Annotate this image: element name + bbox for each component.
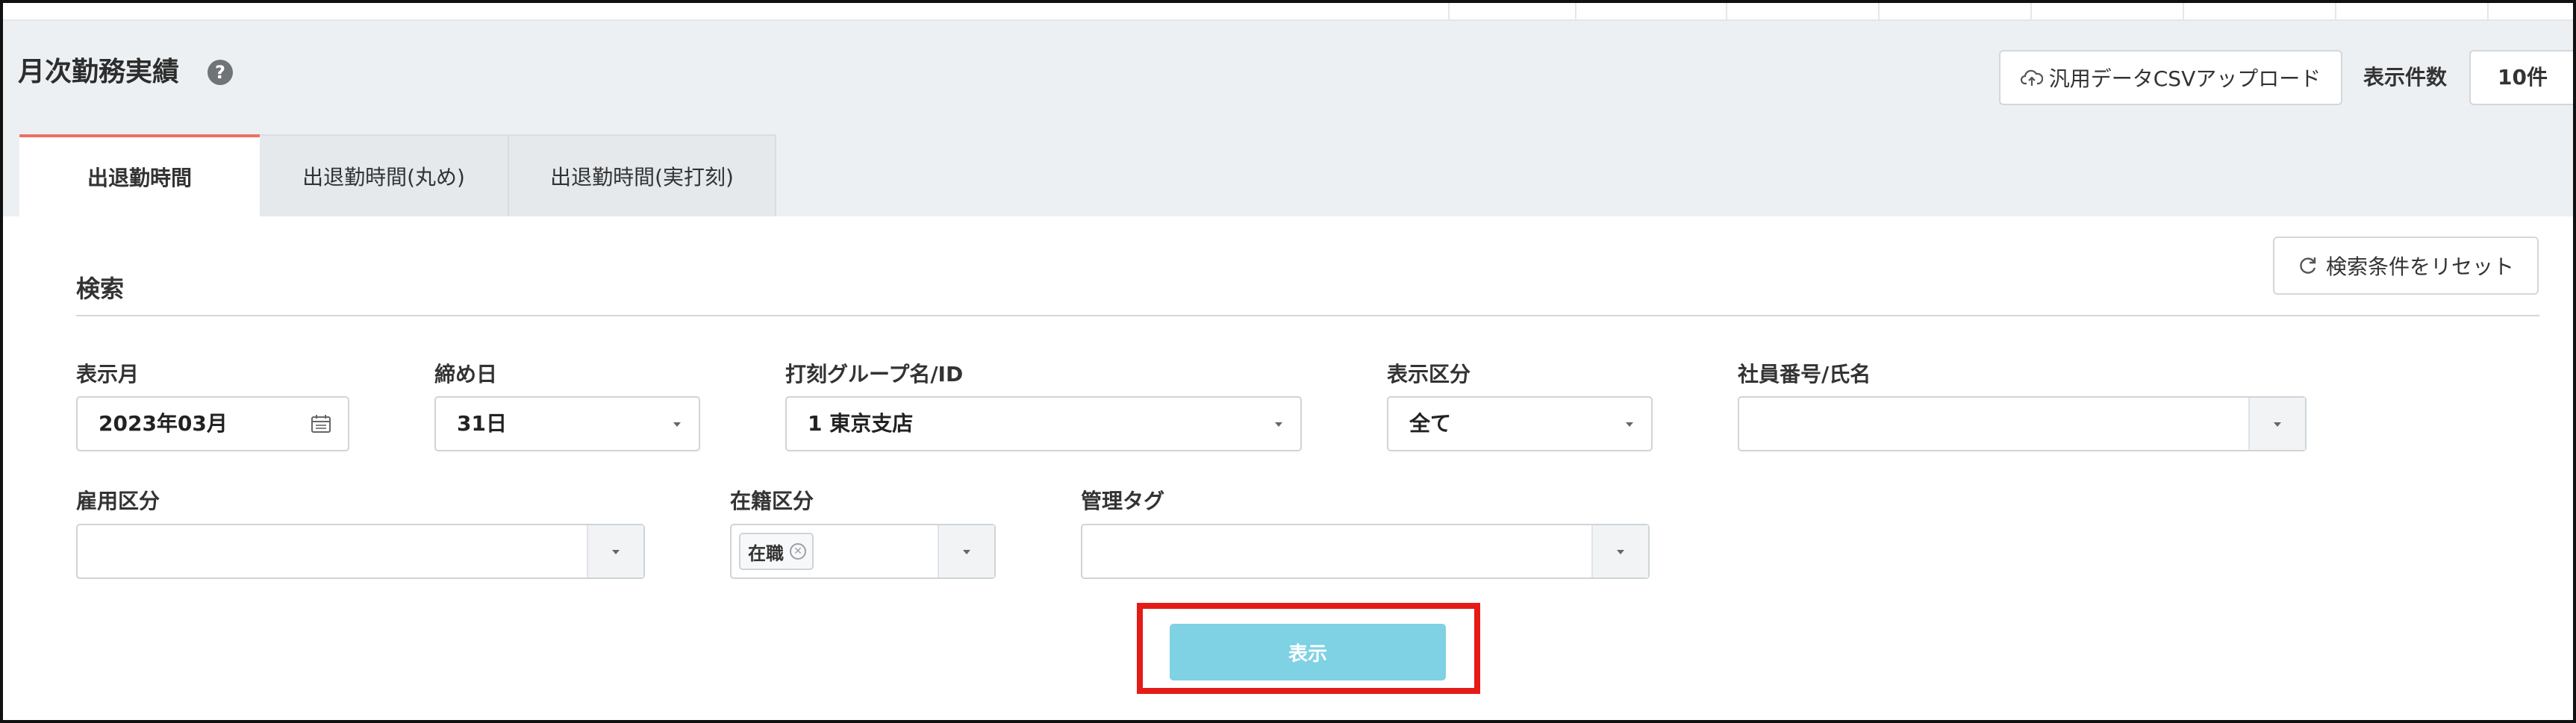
chevron-down-icon: [1626, 422, 1633, 427]
chevron-down-icon: [1275, 422, 1282, 427]
enrollment-tag: 在職 ✕: [739, 533, 814, 570]
section-divider: [76, 315, 2539, 316]
strip-divider: [2030, 3, 2032, 19]
calendar-icon[interactable]: [311, 414, 331, 434]
tab-attendance-time-rounded[interactable]: 出退勤時間(丸め): [260, 134, 509, 216]
employee-label: 社員番号/氏名: [1738, 362, 1871, 386]
group-label: 打刻グループ名/ID: [785, 362, 964, 386]
chevron-down-icon: [1617, 550, 1624, 554]
closing-day-select[interactable]: 31日: [434, 396, 700, 451]
display-type-select[interactable]: 全て: [1387, 396, 1653, 451]
enrollment-label: 在籍区分: [730, 489, 814, 513]
page-size-label: 表示件数: [2363, 65, 2448, 90]
chevron-down-icon: [963, 550, 970, 554]
remove-tag-icon[interactable]: ✕: [790, 543, 806, 560]
annotation-highlight: [1137, 603, 1480, 694]
chevron-down-icon: [612, 550, 620, 554]
tab-label: 出退勤時間(実打刻): [550, 165, 734, 190]
strip-divider: [1726, 3, 1727, 19]
management-tag-select[interactable]: [1081, 524, 1650, 579]
page-size-select[interactable]: 10件: [2469, 50, 2573, 105]
closing-day-label: 締め日: [434, 362, 498, 386]
chevron-down-icon: [673, 422, 681, 427]
closing-day-value: 31日: [457, 411, 507, 436]
dropdown-toggle[interactable]: [1591, 525, 1648, 578]
tab-attendance-time-actual[interactable]: 出退勤時間(実打刻): [509, 134, 776, 216]
month-label: 表示月: [76, 362, 140, 386]
dropdown-toggle[interactable]: [2248, 398, 2305, 450]
reset-search-button[interactable]: 検索条件をリセット: [2273, 237, 2539, 295]
month-value: 2023年03月: [99, 411, 228, 436]
tab-label: 出退勤時間: [87, 166, 192, 190]
month-input[interactable]: 2023年03月: [76, 396, 349, 451]
chevron-down-icon: [2274, 422, 2281, 427]
group-value: 1 東京支店: [808, 411, 914, 436]
strip-divider: [2487, 3, 2489, 19]
enrollment-select[interactable]: 在職 ✕: [730, 524, 996, 579]
tab-label: 出退勤時間(丸め): [302, 165, 465, 190]
csv-upload-button[interactable]: 汎用データCSVアップロード: [1999, 50, 2342, 105]
csv-upload-label: 汎用データCSVアップロード: [2048, 66, 2321, 91]
strip-divider: [1878, 3, 1880, 19]
strip-divider: [1575, 3, 1577, 19]
dropdown-toggle[interactable]: [938, 525, 994, 578]
display-type-value: 全て: [1409, 411, 1452, 436]
search-section-title: 検索: [76, 275, 125, 303]
strip-divider: [2335, 3, 2336, 19]
group-select[interactable]: 1 東京支店: [785, 396, 1302, 451]
dropdown-toggle[interactable]: [587, 525, 643, 578]
strip-divider: [2183, 3, 2184, 19]
top-table-strip: [3, 3, 2573, 21]
employment-type-select[interactable]: [76, 524, 645, 579]
enrollment-tag-label: 在職: [748, 542, 784, 564]
strip-divider: [1448, 3, 1450, 19]
cloud-upload-icon: [2020, 69, 2043, 86]
help-icon[interactable]: ?: [208, 60, 233, 85]
management-tag-label: 管理タグ: [1081, 489, 1165, 513]
window-frame: 月次勤務実績 ? 汎用データCSVアップロード 表示件数 10件 出退勤時間 出…: [0, 0, 2576, 723]
display-type-label: 表示区分: [1387, 362, 1471, 386]
tab-attendance-time[interactable]: 出退勤時間: [19, 134, 260, 216]
employment-type-label: 雇用区分: [76, 489, 160, 513]
employee-select[interactable]: [1738, 396, 2307, 451]
reset-search-label: 検索条件をリセット: [2325, 254, 2514, 279]
page-title: 月次勤務実績: [18, 57, 180, 87]
refresh-icon: [2300, 257, 2316, 274]
